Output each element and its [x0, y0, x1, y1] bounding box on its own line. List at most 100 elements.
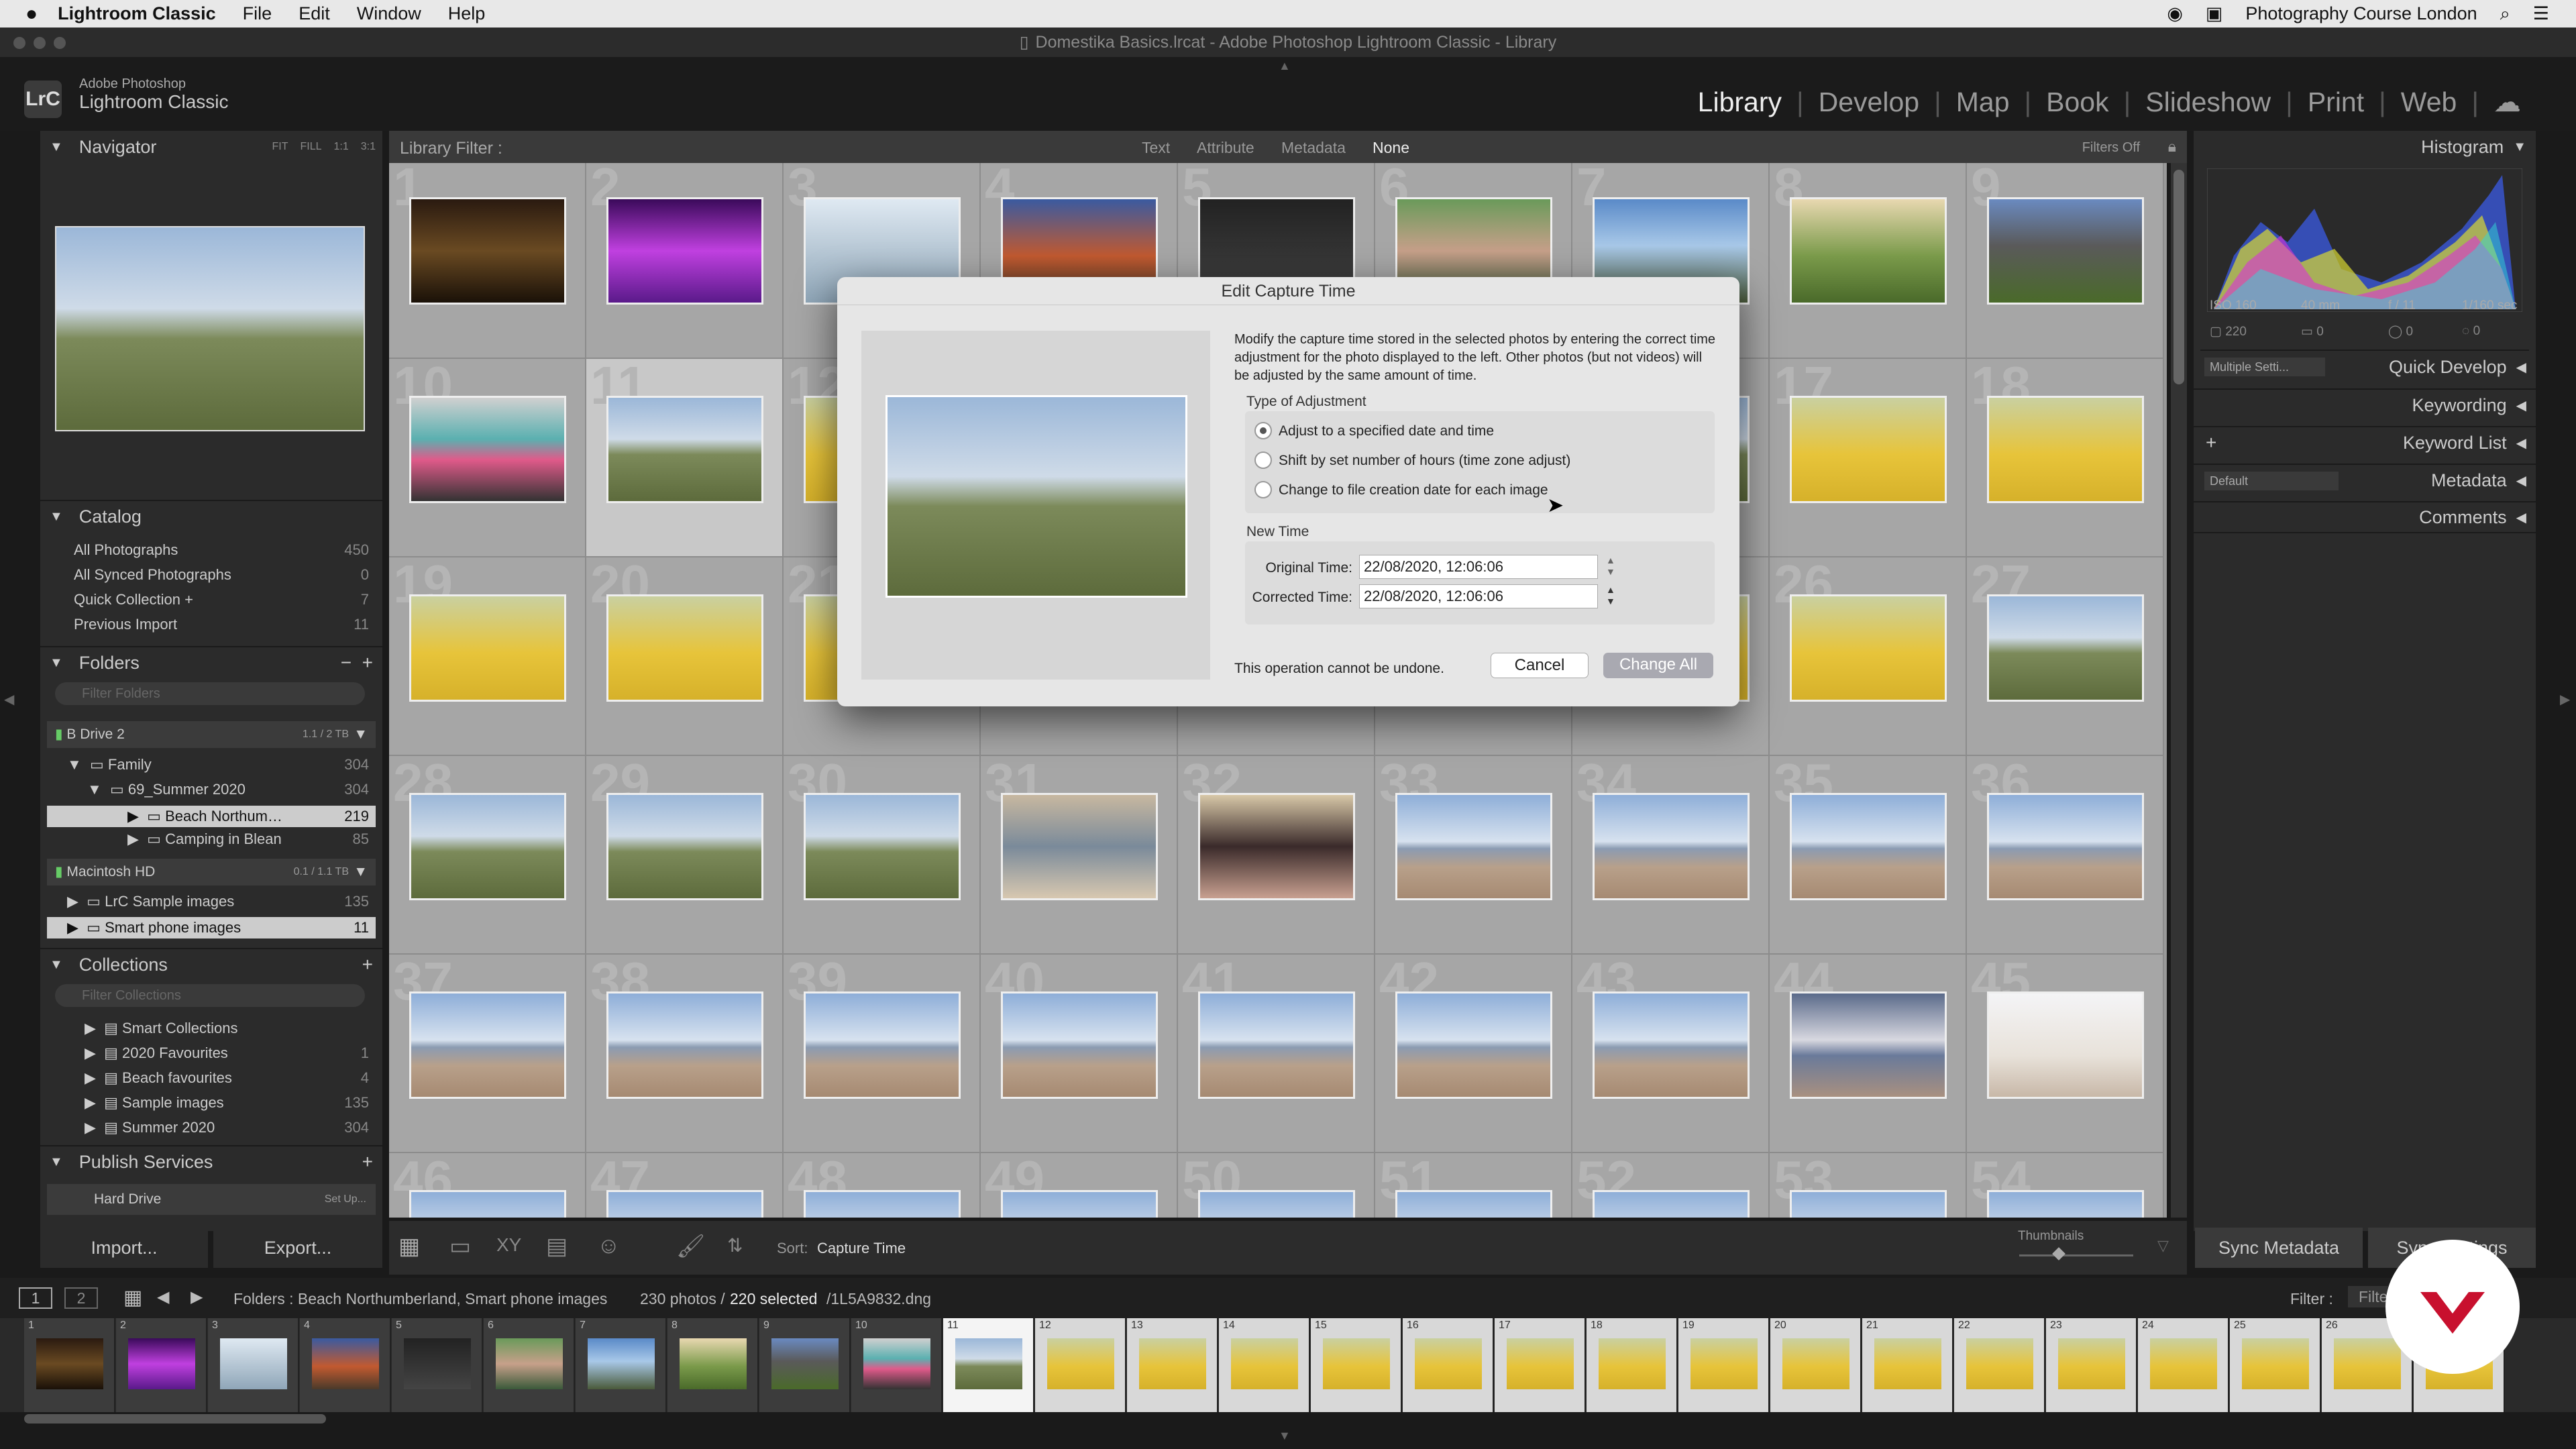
folder-lrc-sample[interactable]: ▶ ▭ LrC Sample images 135 — [67, 893, 369, 910]
photo-thumbnail[interactable] — [1790, 594, 1947, 702]
photo-thumbnail[interactable] — [1987, 197, 2144, 305]
grid-cell[interactable]: 46 — [389, 1153, 586, 1218]
filmstrip-cell[interactable]: 6 — [484, 1318, 575, 1412]
photo-thumbnail[interactable] — [606, 396, 763, 503]
filmstrip-cell[interactable]: 25 — [2230, 1318, 2321, 1412]
photo-thumbnail[interactable] — [409, 197, 566, 305]
grid-cell[interactable]: 54 — [1967, 1153, 2164, 1218]
histogram-header[interactable]: Histogram ▼ — [2194, 131, 2536, 163]
folders-filter-input[interactable]: Filter Folders — [55, 682, 365, 705]
volume-macintosh-hd[interactable]: ▮ Macintosh HD 0.1 / 1.1 TB ▼ — [47, 859, 376, 885]
grid-cell[interactable]: 48 — [784, 1153, 981, 1218]
grid-cell[interactable]: 17 — [1770, 359, 1967, 557]
filmstrip-thumbnail[interactable] — [588, 1338, 655, 1389]
filmstrip-thumbnail[interactable] — [863, 1338, 930, 1389]
filmstrip-scrollbar[interactable] — [24, 1414, 326, 1424]
photo-thumbnail[interactable] — [606, 594, 763, 702]
photo-thumbnail[interactable] — [409, 991, 566, 1099]
grid-cell[interactable]: 19 — [389, 557, 586, 756]
photo-thumbnail[interactable] — [1395, 1190, 1552, 1218]
filmstrip-cell[interactable]: 20 — [1770, 1318, 1862, 1412]
grid-cell[interactable]: 36 — [1967, 756, 2164, 955]
grid-cell[interactable]: 31 — [981, 756, 1178, 955]
compare-view-icon[interactable]: XY — [496, 1234, 521, 1256]
grid-cell[interactable]: 20 — [586, 557, 784, 756]
grid-cell[interactable]: 44 — [1770, 955, 1967, 1153]
grid-cell[interactable]: 52 — [1572, 1153, 1770, 1218]
filmstrip-filter-select[interactable]: Filte — [2348, 1286, 2388, 1307]
filmstrip-thumbnail[interactable] — [36, 1338, 103, 1389]
grid-scrollbar[interactable] — [2171, 163, 2187, 1218]
photo-thumbnail[interactable] — [1198, 1190, 1355, 1218]
grid-cell[interactable]: 10 — [389, 359, 586, 557]
sort-direction-icon[interactable]: ⇅ — [727, 1234, 743, 1256]
grid-cell[interactable]: 42 — [1375, 955, 1572, 1153]
folder-family[interactable]: ▼ ▭ Family 304 — [67, 756, 369, 773]
photo-thumbnail[interactable] — [804, 1190, 961, 1218]
quick-develop-header[interactable]: Multiple Setti... Quick Develop ◀ — [2194, 351, 2536, 383]
filmstrip-cell[interactable]: 2 — [116, 1318, 207, 1412]
filmstrip-cell[interactable]: 8 — [667, 1318, 759, 1412]
filmstrip-thumbnail[interactable] — [220, 1338, 287, 1389]
grid-cell[interactable]: 53 — [1770, 1153, 1967, 1218]
photo-thumbnail[interactable] — [1395, 793, 1552, 900]
photo-thumbnail[interactable] — [606, 197, 763, 305]
zoom-fill[interactable]: FILL — [300, 141, 321, 153]
grid-cell[interactable]: 1 — [389, 163, 586, 359]
filmstrip-cell[interactable]: 4 — [300, 1318, 391, 1412]
apple-icon[interactable]: ● — [25, 3, 38, 25]
filmstrip-cell[interactable]: 15 — [1311, 1318, 1402, 1412]
filmstrip-thumbnail[interactable] — [2058, 1338, 2125, 1389]
photo-thumbnail[interactable] — [1395, 991, 1552, 1099]
filmstrip-cell[interactable]: 22 — [1954, 1318, 2045, 1412]
grid-cell[interactable]: 8 — [1770, 163, 1967, 359]
metadata-header[interactable]: Default Metadata ◀ — [2194, 464, 2536, 496]
photo-thumbnail[interactable] — [1790, 793, 1947, 900]
menu-file[interactable]: File — [243, 3, 272, 24]
sort-select[interactable]: Capture Time — [817, 1240, 906, 1257]
photo-thumbnail[interactable] — [606, 1190, 763, 1218]
option-file-creation-date[interactable]: Change to file creation date for each im… — [1254, 481, 1548, 498]
grid-cell[interactable]: 2 — [586, 163, 784, 359]
photo-thumbnail[interactable] — [1987, 1190, 2144, 1218]
filmstrip-thumbnail[interactable] — [1139, 1338, 1206, 1389]
display-icon[interactable]: ▣ — [2206, 3, 2223, 24]
survey-view-icon[interactable]: ▤ — [546, 1233, 568, 1260]
grid-cell[interactable]: 28 — [389, 756, 586, 955]
grid-cell[interactable]: 26 — [1770, 557, 1967, 756]
module-book[interactable]: Book — [2031, 87, 2123, 118]
filter-tab-none[interactable]: None — [1373, 139, 1409, 157]
filmstrip-thumbnail[interactable] — [1047, 1338, 1114, 1389]
filmstrip-thumbnail[interactable] — [2150, 1338, 2217, 1389]
comments-header[interactable]: Comments ◀ — [2194, 501, 2536, 533]
filmstrip-cell[interactable]: 1 — [24, 1318, 115, 1412]
filmstrip-cell[interactable]: 17 — [1495, 1318, 1586, 1412]
filmstrip-cell[interactable]: 16 — [1403, 1318, 1494, 1412]
grid-cell[interactable]: 37 — [389, 955, 586, 1153]
collection-item[interactable]: ▶ ▤ Sample images 135 — [85, 1094, 369, 1112]
grid-cell[interactable]: 11 — [586, 359, 784, 557]
filmstrip-thumbnail[interactable] — [771, 1338, 839, 1389]
close-window-button[interactable] — [13, 37, 25, 49]
collections-filter-input[interactable]: Filter Collections — [55, 984, 365, 1007]
left-panel-toggle-icon[interactable]: ◀ — [4, 691, 14, 708]
filmstrip-thumbnail[interactable] — [312, 1338, 379, 1389]
collection-item[interactable]: ▶ ▤ 2020 Favourites 1 — [85, 1044, 369, 1062]
secondary-window-button[interactable]: 2 — [64, 1287, 98, 1309]
grid-cell[interactable]: 29 — [586, 756, 784, 955]
grid-cell[interactable]: 33 — [1375, 756, 1572, 955]
volume-b-drive[interactable]: ▮ B Drive 2 1.1 / 2 TB ▼ — [47, 721, 376, 748]
photo-thumbnail[interactable] — [409, 1190, 566, 1218]
photo-thumbnail[interactable] — [606, 991, 763, 1099]
grid-cell[interactable]: 35 — [1770, 756, 1967, 955]
publish-services-header[interactable]: ▼ Publish Services + — [40, 1145, 382, 1177]
change-all-button[interactable]: Change All — [1603, 653, 1713, 678]
photo-thumbnail[interactable] — [1987, 594, 2144, 702]
filmstrip-cell[interactable]: 19 — [1678, 1318, 1770, 1412]
toolbar-menu-icon[interactable]: ▽ — [2157, 1237, 2169, 1254]
photo-thumbnail[interactable] — [1790, 197, 1947, 305]
zoom-3-1[interactable]: 3:1 — [361, 141, 376, 153]
photo-thumbnail[interactable] — [1198, 991, 1355, 1099]
metadata-preset-select[interactable]: Default — [2204, 472, 2339, 490]
add-keyword-icon[interactable]: + — [2206, 432, 2216, 453]
